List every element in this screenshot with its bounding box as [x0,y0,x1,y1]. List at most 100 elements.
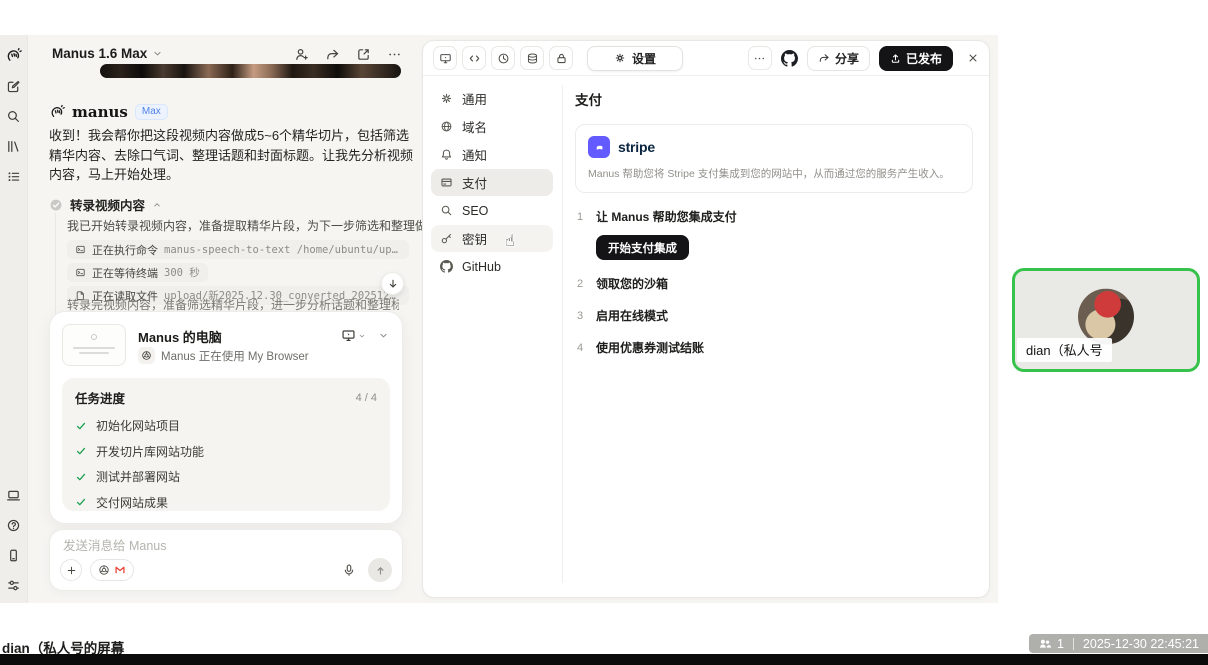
task-item: 交付网站成果 [75,490,377,516]
task-label: 交付网站成果 [96,494,168,511]
task-label: 测试并部署网站 [96,468,180,485]
nav-label: GitHub [462,260,501,274]
connectors-button[interactable] [90,559,134,581]
provider-name: stripe [618,139,655,155]
invite-user-icon[interactable] [294,47,309,62]
nav-item-notifications[interactable]: 通知 [431,141,553,168]
nav-label: SEO [462,204,488,218]
step-label: 启用在线模式 [596,307,668,324]
laptop-icon[interactable] [6,488,21,503]
payment-steps: 1 让 Manus 帮助您集成支付 开始支付集成 2 领取您的沙箱 3 启用在线… [575,208,973,356]
progress-title: 任务进度 [75,388,125,407]
message-composer[interactable] [49,529,403,591]
phone-icon[interactable] [6,548,21,563]
nav-item-github[interactable]: GitHub [431,253,553,280]
help-circle-icon[interactable] [6,518,21,533]
preview-monitor-icon[interactable] [433,46,457,70]
voice-input-button[interactable] [342,563,356,577]
browser-thumbnail[interactable] [62,324,126,366]
collapse-card-button[interactable] [378,330,389,341]
published-button[interactable]: 已发布 [879,46,953,71]
database-icon[interactable] [520,46,544,70]
manus-avatar-icon [49,104,65,120]
task-item: 初始化网站项目 [75,413,377,439]
globe-icon [440,120,453,133]
check-icon [75,420,87,432]
share-button[interactable]: 分享 [807,46,870,71]
step-item: 1 让 Manus 帮助您集成支付 [575,208,973,225]
clock-icon[interactable] [491,46,515,70]
more-icon[interactable] [387,47,402,62]
step-item: 4 使用优惠券测试结账 [575,339,973,356]
activity-label: 正在等待终端 [92,265,158,281]
message-input[interactable] [63,539,389,553]
search-icon[interactable] [6,109,21,124]
code-icon[interactable] [462,46,486,70]
viewer-count: 1 [1057,637,1064,651]
step-description: 我已开始转录视频内容，准备提取精华片段，为下一步筛选和整理做准备。 [67,217,463,234]
settings-tab-label: 设置 [632,50,656,67]
library-icon[interactable] [6,139,21,154]
chat-panel: Manus 1.6 Max manus Max 收到！我会帮你把这段视频内容做成… [29,35,420,603]
check-icon [75,496,87,508]
seo-search-icon [440,204,453,217]
step-item: 2 领取您的沙箱 [575,275,973,292]
start-payment-integration-button[interactable]: 开始支付集成 [596,235,689,260]
tasks-icon[interactable] [6,169,21,184]
nav-item-domain[interactable]: 域名 [431,113,553,140]
settings-panel-header: 设置 分享 已发布 [423,41,989,76]
activity-detail: 300 秒 [164,265,200,280]
display-mode-dropdown[interactable] [341,328,366,343]
settings-nav: 通用 域名 通知 支付 SEO 密钥 [431,85,553,281]
webcam-tile[interactable]: dian（私人号 [1012,268,1200,372]
nav-item-seo[interactable]: SEO [431,197,553,224]
share-forward-icon[interactable] [325,47,340,62]
chevron-down-icon [378,330,389,341]
left-rail [0,35,28,603]
new-chat-icon[interactable] [6,79,21,94]
arrow-down-icon [387,278,399,290]
provider-description: Manus 帮助您将 Stripe 支付集成到您的网站中，从而通过您的服务产生收… [588,166,960,181]
monitor-icon [341,328,356,343]
chevron-up-icon[interactable] [152,200,162,210]
check-icon [75,445,87,457]
video-attachment-preview[interactable] [100,64,401,78]
website-settings-panel: 设置 分享 已发布 通用 [422,40,990,598]
screen-share-status-badge: 1 2025-12-30 22:45:21 [1029,634,1208,653]
terminal-icon [75,267,86,278]
sliders-icon[interactable] [6,578,21,593]
task-progress-box: 任务进度 4 / 4 初始化网站项目 开发切片库网站功能 测试并部署网站 [62,378,390,511]
nav-item-payments[interactable]: 支付 [431,169,553,196]
lock-icon[interactable] [549,46,573,70]
activity-label: 正在执行命令 [92,242,158,258]
step-number: 2 [575,278,585,290]
timestamp: 2025-12-30 22:45:21 [1083,637,1199,651]
github-icon[interactable] [781,50,798,67]
activity-chip[interactable]: 正在等待终端 300 秒 [67,263,208,282]
attach-button[interactable] [60,559,82,581]
more-options-button[interactable] [748,46,772,70]
manus-logo-icon[interactable] [5,47,22,64]
nav-label: 密钥 [462,229,487,248]
session-title-dropdown[interactable]: Manus 1.6 Max [52,46,163,61]
settings-tab-button[interactable]: 设置 [587,46,683,71]
activity-chip[interactable]: 正在执行命令 manus-speech-to-text /home/ubuntu… [67,240,409,259]
open-window-icon[interactable] [356,47,371,62]
nav-item-secrets[interactable]: 密钥 [431,225,553,252]
viewers-icon [1038,637,1052,651]
send-button[interactable] [368,558,392,582]
manus-computer-card[interactable]: Manus 的电脑 Manus 正在使用 My Browser 任务进度 4 /… [49,311,403,524]
scroll-to-bottom-button[interactable] [381,272,404,295]
nav-label: 通用 [462,89,487,108]
gmail-connector-icon [114,564,126,576]
stripe-provider-card[interactable]: stripe Manus 帮助您将 Stripe 支付集成到您的网站中，从而通过… [575,124,973,193]
close-panel-button[interactable] [967,52,979,64]
step-check-circle-icon [49,198,63,212]
credit-card-icon [440,176,453,189]
task-item: 测试并部署网站 [75,464,377,490]
bottom-black-bar [0,654,1208,665]
gear-icon [440,92,453,105]
nav-item-general[interactable]: 通用 [431,85,553,112]
task-label: 初始化网站项目 [96,417,180,434]
step-label: 让 Manus 帮助您集成支付 [596,208,737,225]
